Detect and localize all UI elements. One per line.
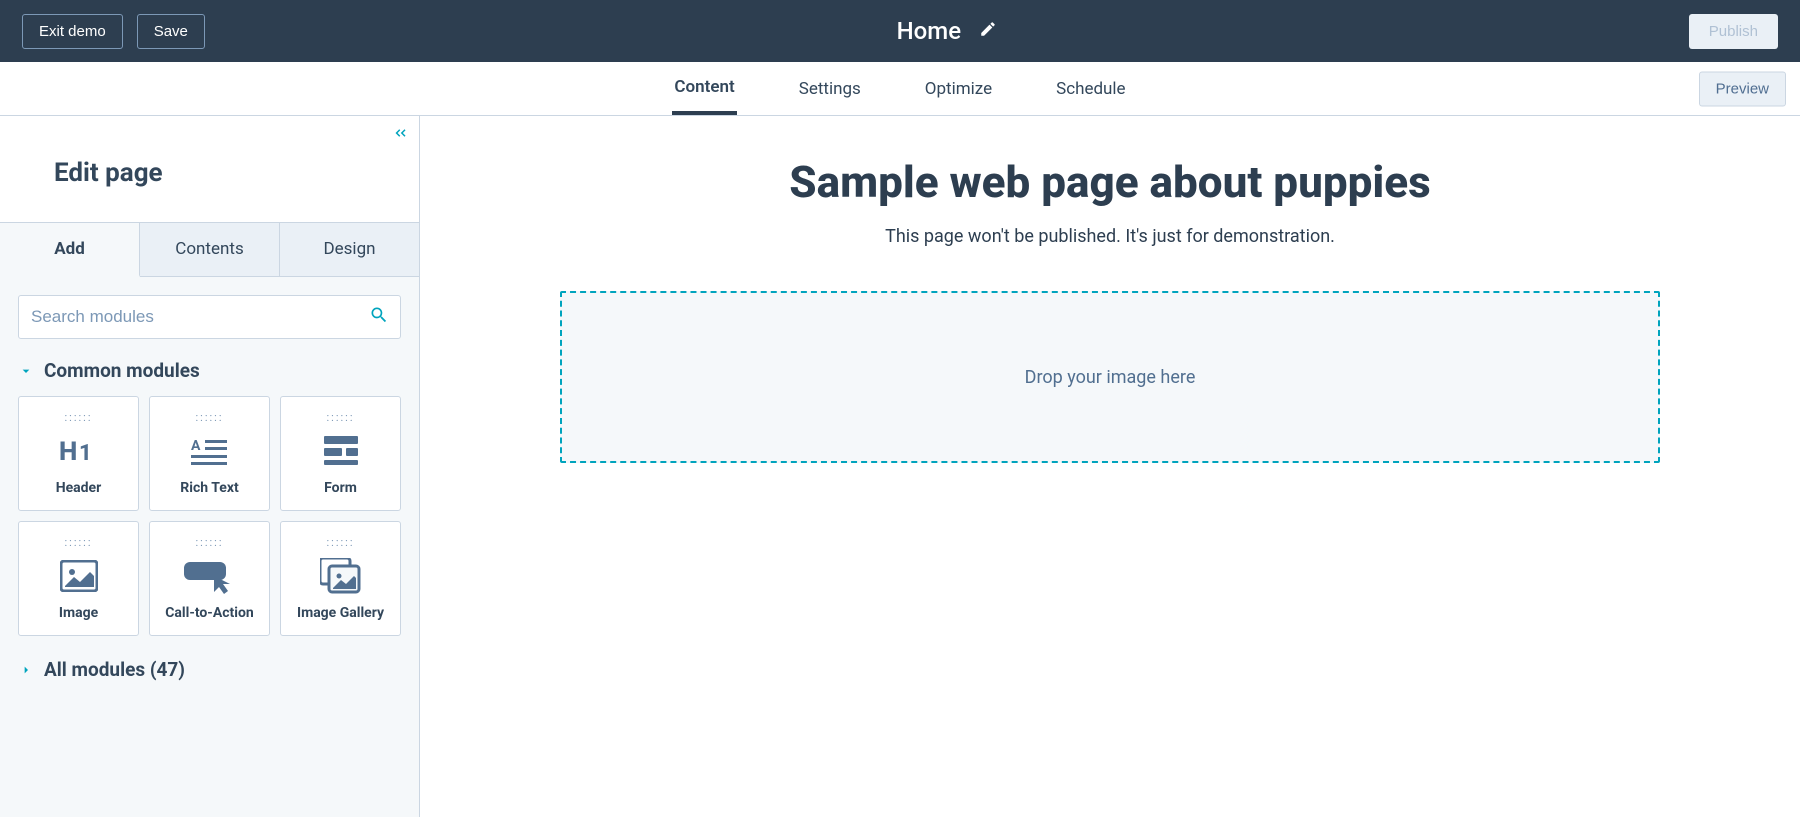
module-rich-text[interactable]: :::::: A Rich Text [149, 396, 270, 511]
module-label: Image Gallery [297, 605, 384, 621]
publish-button[interactable]: Publish [1689, 14, 1778, 49]
chevron-down-icon [18, 363, 34, 379]
page-title: Home [897, 17, 961, 45]
drag-handle-icon: :::::: [65, 536, 93, 549]
sidebar-tabs: Add Contents Design [0, 223, 419, 277]
sidebar: Edit page Add Contents Design Common mod… [0, 116, 420, 817]
section-common-modules-title: Common modules [44, 359, 200, 382]
topbar-left: Exit demo Save [22, 14, 205, 49]
edit-title-icon[interactable] [979, 20, 997, 42]
canvas: Sample web page about puppies This page … [420, 116, 1800, 817]
topbar-center: Home [897, 17, 997, 45]
module-header[interactable]: :::::: H1 Header [18, 396, 139, 511]
drag-handle-icon: :::::: [196, 411, 224, 424]
exit-demo-button[interactable]: Exit demo [22, 14, 123, 49]
search-input[interactable] [18, 295, 401, 339]
svg-text:A: A [191, 438, 201, 454]
workspace: Edit page Add Contents Design Common mod… [0, 116, 1800, 817]
sidebar-tab-contents[interactable]: Contents [140, 223, 280, 276]
svg-text:1: 1 [79, 441, 92, 466]
section-all-modules-header[interactable]: All modules (47) [18, 658, 401, 681]
module-label: Header [56, 480, 102, 496]
form-icon [324, 432, 358, 470]
drag-handle-icon: :::::: [327, 411, 355, 424]
drag-handle-icon: :::::: [327, 536, 355, 549]
sidebar-tab-design[interactable]: Design [280, 223, 419, 276]
canvas-inner: Sample web page about puppies This page … [560, 156, 1660, 463]
navtabs-center: Content Settings Optimize Schedule [672, 62, 1127, 115]
collapse-sidebar-icon[interactable] [391, 124, 409, 146]
canvas-subtitle[interactable]: This page won't be published. It's just … [560, 226, 1660, 247]
image-dropzone[interactable]: Drop your image here [560, 291, 1660, 463]
navtabs-row: Content Settings Optimize Schedule Previ… [0, 62, 1800, 116]
header-icon: H1 [59, 432, 99, 470]
drag-handle-icon: :::::: [196, 536, 224, 549]
sidebar-body: Common modules :::::: H1 Header :::::: A [0, 277, 419, 817]
tab-schedule[interactable]: Schedule [1054, 62, 1127, 115]
image-gallery-icon [320, 557, 362, 595]
rich-text-icon: A [191, 432, 229, 470]
chevron-right-icon [18, 662, 34, 678]
dropzone-text: Drop your image here [1025, 367, 1196, 388]
tab-optimize[interactable]: Optimize [923, 62, 994, 115]
topbar-right: Publish [1689, 14, 1778, 49]
sidebar-title: Edit page [54, 158, 419, 188]
search-wrap [18, 295, 401, 339]
search-icon[interactable] [369, 305, 389, 329]
cta-icon [184, 557, 236, 595]
tab-content[interactable]: Content [672, 62, 736, 115]
canvas-title[interactable]: Sample web page about puppies [560, 156, 1660, 208]
tab-settings[interactable]: Settings [797, 62, 863, 115]
module-image-gallery[interactable]: :::::: Image Gallery [280, 521, 401, 636]
topbar: Exit demo Save Home Publish [0, 0, 1800, 62]
sidebar-header: Edit page [0, 116, 419, 223]
module-label: Call-to-Action [165, 605, 253, 621]
section-common-modules-header[interactable]: Common modules [18, 359, 401, 382]
preview-button[interactable]: Preview [1699, 71, 1786, 106]
module-cta[interactable]: :::::: Call-to-Action [149, 521, 270, 636]
module-image[interactable]: :::::: Image [18, 521, 139, 636]
save-button[interactable]: Save [137, 14, 205, 49]
image-icon [60, 557, 98, 595]
section-all-modules-title: All modules (47) [44, 658, 185, 681]
modules-grid: :::::: H1 Header :::::: A Rich Text :: [18, 396, 401, 636]
sidebar-tab-add[interactable]: Add [0, 223, 140, 277]
module-form[interactable]: :::::: Form [280, 396, 401, 511]
module-label: Form [324, 480, 357, 496]
module-label: Rich Text [180, 480, 238, 496]
module-label: Image [59, 605, 98, 621]
drag-handle-icon: :::::: [65, 411, 93, 424]
svg-text:H: H [59, 437, 77, 466]
